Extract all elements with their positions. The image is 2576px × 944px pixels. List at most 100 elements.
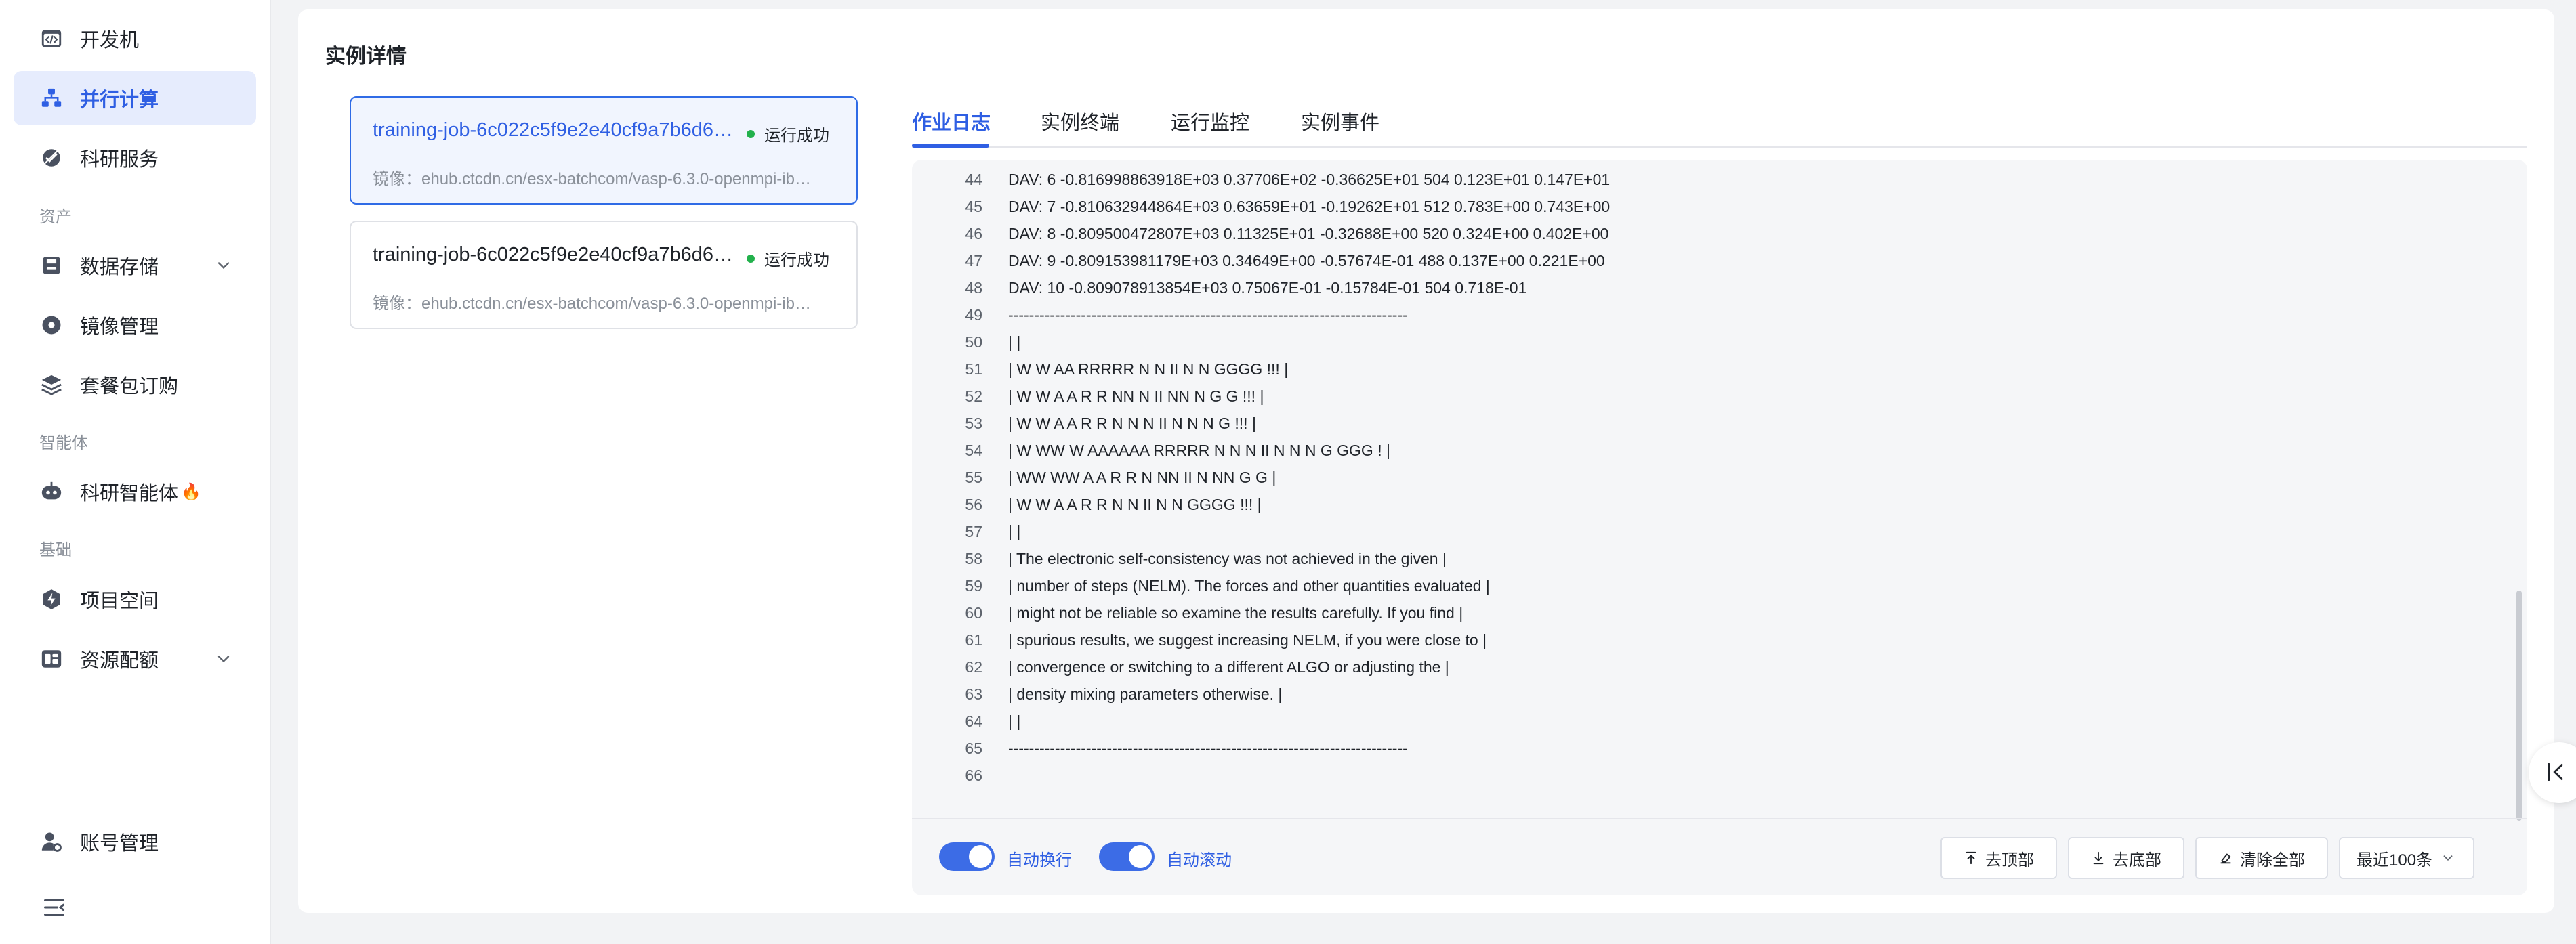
sidebar-item-research-service[interactable]: 科研服务: [14, 131, 256, 185]
log-line-number: 56: [965, 496, 982, 513]
log-line: 47 DAV: 9 -0.809153981179E+03 0.34649E+00…: [912, 252, 2511, 279]
log-line-number: 63: [965, 685, 982, 703]
log-line-text: DAV: 8 -0.809500472807E+03 0.11325E+01 -…: [1008, 225, 1609, 242]
log-line-text: DAV: 9 -0.809153981179E+03 0.34649E+00 -…: [1008, 252, 1605, 270]
status-text: 运行成功: [764, 251, 829, 270]
log-scrollbar[interactable]: [2516, 591, 2522, 821]
log-line-number: 53: [965, 414, 982, 432]
sidebar-item-label: 账号管理: [80, 833, 159, 855]
toggle-knob: [1129, 845, 1152, 868]
log-line-number: 48: [965, 279, 982, 297]
code-window-icon: [39, 26, 64, 51]
sidebar-item-parallel-computing[interactable]: 并行计算: [14, 71, 256, 125]
log-range-select[interactable]: 最近100条: [2339, 837, 2474, 879]
log-line: 65 --------------------------------------…: [912, 739, 2511, 767]
robot-icon: [39, 479, 64, 504]
log-line: 46 DAV: 8 -0.809500472807E+03 0.11325E+01…: [912, 225, 2511, 252]
log-line: 62 | convergence or switching to a differ…: [912, 658, 2511, 685]
auto-scroll-label: 自动滚动: [1167, 851, 1232, 870]
sidebar-item-project-space[interactable]: 项目空间: [14, 572, 256, 626]
log-line-text: | spurious results, we suggest increasin…: [1008, 631, 1487, 649]
storage-icon: [39, 253, 64, 278]
sidebar-item-label: 科研服务: [80, 149, 159, 171]
log-line-number: 44: [965, 171, 982, 188]
log-line-number: 66: [965, 767, 982, 784]
log-line-number: 47: [965, 252, 982, 270]
quota-icon: [39, 647, 64, 671]
sidebar-item-data-storage[interactable]: 数据存储: [14, 238, 256, 293]
auto-scroll-toggle[interactable]: [1099, 842, 1155, 871]
log-line: 61 | spurious results, we suggest increas…: [912, 631, 2511, 658]
log-line-number: 50: [965, 333, 982, 351]
log-line-text: | W W A A R R N N N II N N N G !!! |: [1008, 414, 1256, 432]
sidebar-item-research-agent[interactable]: 科研智能体 🔥: [14, 465, 256, 519]
log-line-text: | W WW W AAAAAA RRRRR N N N II N N N G G…: [1008, 442, 1390, 459]
sidebar-item-label: 套餐包订购: [80, 376, 179, 398]
sidebar-item-label: 数据存储: [80, 257, 159, 278]
section-label-basics: 基础: [39, 541, 72, 559]
chevron-down-icon: [217, 656, 230, 663]
instance-card-1[interactable]: training-job-6c022c5f9e2e40cf9a7b6d6… 运行…: [350, 96, 858, 205]
status-text: 运行成功: [764, 127, 829, 145]
log-range-value: 最近100条: [2356, 851, 2433, 870]
service-icon: [39, 146, 64, 170]
chevron-down-icon: [217, 262, 230, 270]
log-line-text: ----------------------------------------…: [1008, 306, 1408, 324]
user-gear-icon: [39, 830, 64, 854]
status-badge: 运行成功: [747, 246, 829, 270]
arrow-down-bar-icon: [2093, 851, 2104, 865]
sidebar-item-account-management[interactable]: 账号管理: [14, 815, 256, 869]
tab-instance-events[interactable]: 实例事件: [1301, 107, 1379, 135]
instance-image: 镜像：ehub.ctcdn.cn/esx-batchcom/vasp-6.3.0…: [373, 295, 811, 313]
arrow-up-bar-icon: [1966, 851, 1976, 865]
log-line-number: 51: [965, 360, 982, 378]
cluster-icon: [39, 86, 64, 110]
log-output[interactable]: 44 DAV: 6 -0.816998863918E+03 0.37706E+02…: [912, 160, 2527, 818]
clear-all-label: 清除全部: [2240, 851, 2305, 870]
fire-icon: 🔥: [181, 482, 201, 501]
sidebar-item-package-order[interactable]: 套餐包订购: [14, 358, 256, 412]
status-dot-icon: [747, 129, 755, 138]
log-line: 52 | W W A A R R NN N II NN N G G !!! |: [912, 387, 2511, 414]
go-bottom-button[interactable]: 去底部: [2068, 837, 2184, 879]
log-line: 59 | number of steps (NELM). The forces a…: [912, 577, 2511, 604]
auto-wrap-toggle[interactable]: [939, 842, 995, 871]
go-top-label: 去顶部: [1985, 851, 2034, 870]
log-line-text: | W W A A R R N N II N N GGGG !!! |: [1008, 496, 1262, 513]
instance-job-name: training-job-6c022c5f9e2e40cf9a7b6d6…: [373, 244, 734, 265]
log-line: 54 | W WW W AAAAAA RRRRR N N N II N N N G…: [912, 442, 2511, 469]
status-dot-icon: [747, 254, 755, 263]
auto-wrap-label: 自动换行: [1007, 851, 1072, 870]
tab-active-indicator: [912, 144, 989, 148]
clear-all-button[interactable]: 清除全部: [2195, 837, 2328, 879]
status-badge: 运行成功: [747, 122, 829, 146]
sidebar-item-label: 开发机: [80, 30, 140, 51]
log-line: 50 | |: [912, 333, 2511, 360]
sidebar-item-resource-quota[interactable]: 资源配额: [14, 632, 256, 686]
tab-run-monitor[interactable]: 运行监控: [1171, 107, 1249, 135]
go-top-button[interactable]: 去顶部: [1940, 837, 2057, 879]
log-line: 49 --------------------------------------…: [912, 306, 2511, 333]
sidebar-item-label: 项目空间: [80, 591, 159, 612]
log-line-number: 49: [965, 306, 982, 324]
log-line-text: | |: [1008, 523, 1021, 540]
page-title: 实例详情: [325, 45, 407, 68]
log-line: 44 DAV: 6 -0.816998863918E+03 0.37706E+02…: [912, 171, 2511, 198]
menu-collapse-icon[interactable]: [42, 895, 66, 920]
log-line: 53 | W W A A R R N N N II N N N G !!! |: [912, 414, 2511, 442]
log-line: 63 | density mixing parameters otherwise.…: [912, 685, 2511, 712]
tab-instance-terminal[interactable]: 实例终端: [1041, 107, 1119, 135]
collapse-left-icon: [2548, 763, 2563, 781]
sidebar-item-image-management[interactable]: 镜像管理: [14, 298, 256, 352]
instance-card-2[interactable]: training-job-6c022c5f9e2e40cf9a7b6d6… 运行…: [350, 221, 858, 329]
log-line-number: 46: [965, 225, 982, 242]
log-line-text: | might not be reliable so examine the r…: [1008, 604, 1463, 622]
log-line-number: 64: [965, 712, 982, 730]
sidebar-item-label: 镜像管理: [80, 316, 159, 338]
log-line-text: | number of steps (NELM). The forces and…: [1008, 577, 1490, 595]
log-line: 45 DAV: 7 -0.810632944864E+03 0.63659E+01…: [912, 198, 2511, 225]
log-line-number: 59: [965, 577, 982, 595]
sidebar-item-dev-machine[interactable]: 开发机: [14, 12, 256, 66]
log-line-text: DAV: 10 -0.809078913854E+03 0.75067E-01 …: [1008, 279, 1527, 297]
tab-job-log[interactable]: 作业日志: [912, 107, 991, 135]
